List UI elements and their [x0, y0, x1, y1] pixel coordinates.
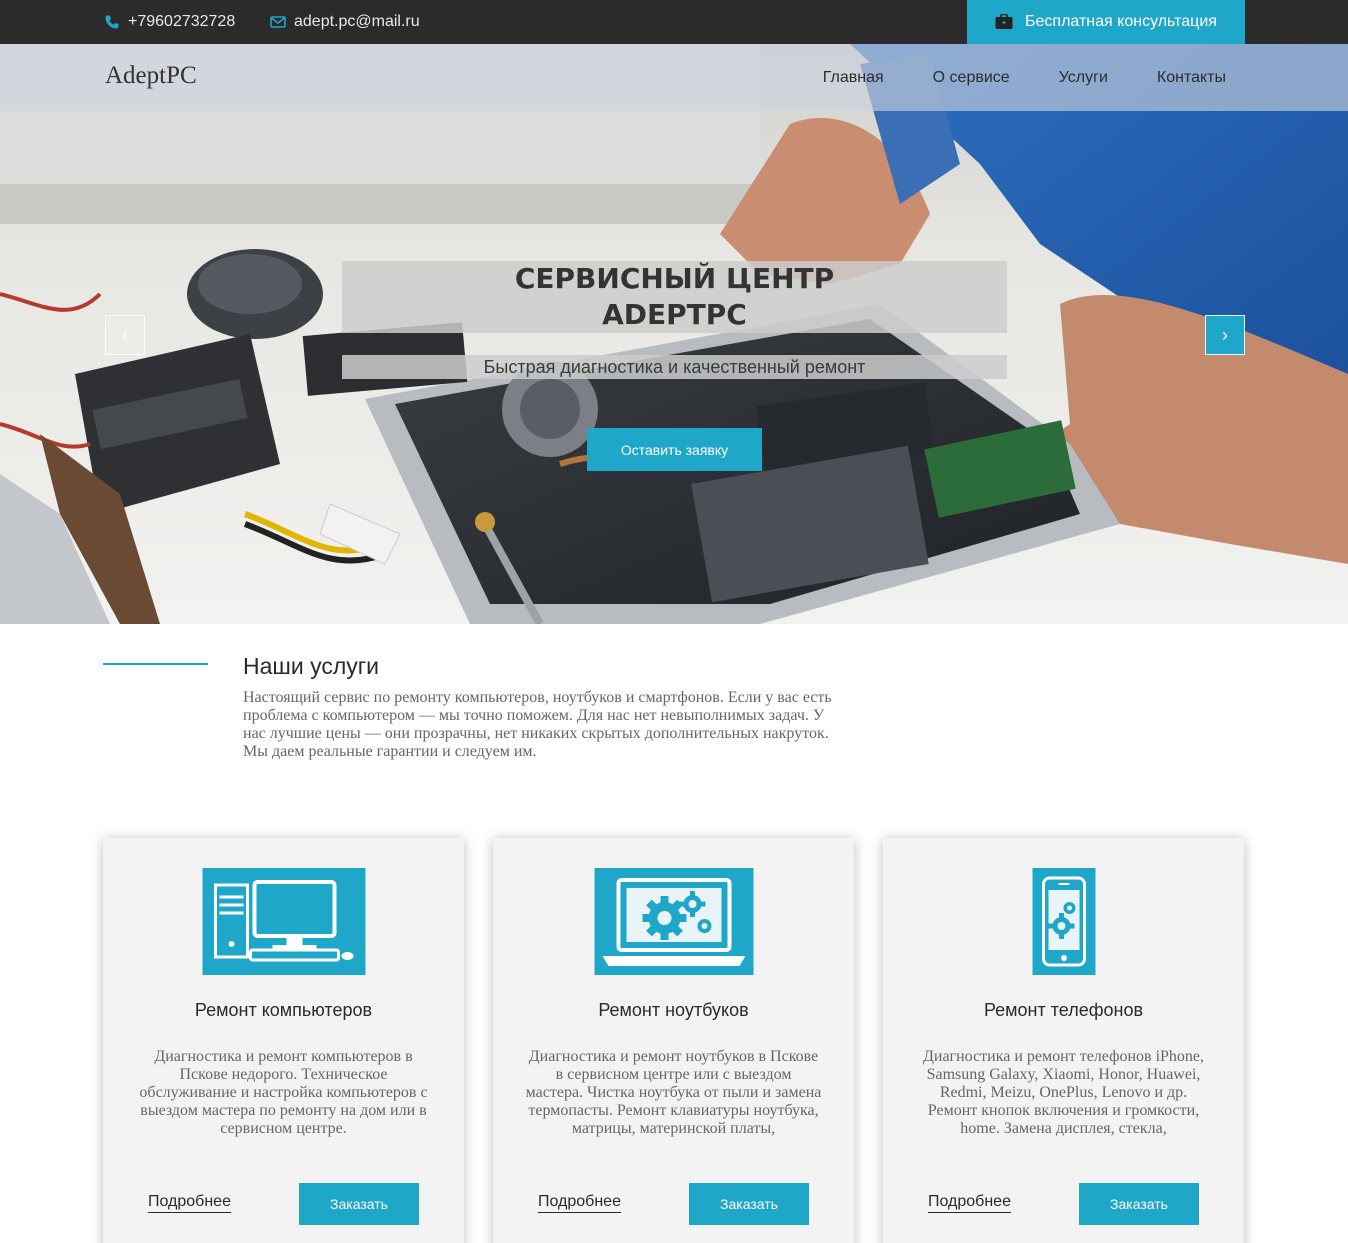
hero-title: СЕРВИСНЫЙ ЦЕНТР ADEPTPC — [342, 261, 1007, 333]
hero-subtitle: Быстрая диагностика и качественный ремон… — [342, 355, 1007, 379]
chevron-right-icon: › — [1222, 324, 1228, 345]
email-address: adept.pc@mail.ru — [294, 13, 420, 30]
card-title: Ремонт компьютеров — [194, 1000, 373, 1020]
hero-background-image — [0, 44, 1348, 624]
hero-slider: AdeptPC Главная О сервисе Услуги Контакт… — [0, 44, 1348, 624]
nav-contacts[interactable]: Контакты — [1157, 69, 1226, 87]
consultation-label: Бесплатная консультация — [1025, 13, 1217, 30]
laptop-gears-icon — [594, 868, 753, 975]
phone-contact[interactable]: +79602732728 — [104, 0, 235, 44]
site-logo[interactable]: AdeptPC — [105, 62, 197, 90]
smartphone-gears-icon — [1032, 868, 1095, 975]
order-button[interactable]: Заказать — [299, 1183, 419, 1225]
chevron-left-icon: ‹ — [122, 324, 128, 345]
top-bar: +79602732728 adept.pc@mail.ru Бесплатная… — [0, 0, 1348, 44]
nav-services[interactable]: Услуги — [1059, 69, 1108, 87]
desktop-computer-icon — [202, 868, 365, 975]
free-consultation-button[interactable]: Бесплатная консультация — [967, 0, 1245, 44]
main-menu: Главная О сервисе Услуги Контакты — [774, 44, 1226, 111]
details-link[interactable]: Подробнее — [928, 1193, 1011, 1213]
phone-number: +79602732728 — [128, 13, 236, 30]
details-link[interactable]: Подробнее — [148, 1193, 231, 1213]
card-title: Ремонт телефонов — [983, 1000, 1144, 1020]
card-text: Диагностика и ремонт ноутбуков в Пскове … — [525, 1048, 822, 1137]
service-card-laptops: Ремонт ноутбуков Диагностика и ремонт но… — [493, 838, 854, 1243]
slider-next-button[interactable]: › — [1205, 315, 1245, 355]
briefcase-icon — [995, 14, 1013, 30]
nav-about[interactable]: О сервисе — [933, 69, 1010, 87]
nav-home[interactable]: Главная — [823, 69, 884, 87]
service-card-phones: Ремонт телефонов Диагностика и ремонт те… — [883, 838, 1244, 1243]
details-link[interactable]: Подробнее — [538, 1193, 621, 1213]
card-title: Ремонт ноутбуков — [598, 1000, 749, 1020]
slider-prev-button[interactable]: ‹ — [105, 315, 145, 355]
card-text: Диагностика и ремонт телефонов iPhone, S… — [922, 1048, 1205, 1137]
services-description: Настоящий сервис по ремонту компьютеров,… — [243, 689, 832, 760]
envelope-icon — [270, 14, 286, 30]
phone-icon — [104, 14, 120, 30]
order-button[interactable]: Заказать — [1079, 1183, 1199, 1225]
services-heading: Наши услуги — [243, 653, 379, 679]
card-text: Диагностика и ремонт компьютеров в Псков… — [139, 1048, 428, 1137]
email-contact[interactable]: adept.pc@mail.ru — [270, 0, 420, 44]
service-card-computers: Ремонт компьютеров Диагностика и ремонт … — [103, 838, 464, 1243]
leave-request-button[interactable]: Оставить заявку — [587, 428, 762, 471]
section-divider — [103, 663, 208, 665]
main-navbar: AdeptPC Главная О сервисе Услуги Контакт… — [0, 44, 1348, 111]
hero-title-line2: ADEPTPC — [602, 298, 747, 331]
hero-title-line1: СЕРВИСНЫЙ ЦЕНТР — [514, 262, 835, 295]
order-button[interactable]: Заказать — [689, 1183, 809, 1225]
